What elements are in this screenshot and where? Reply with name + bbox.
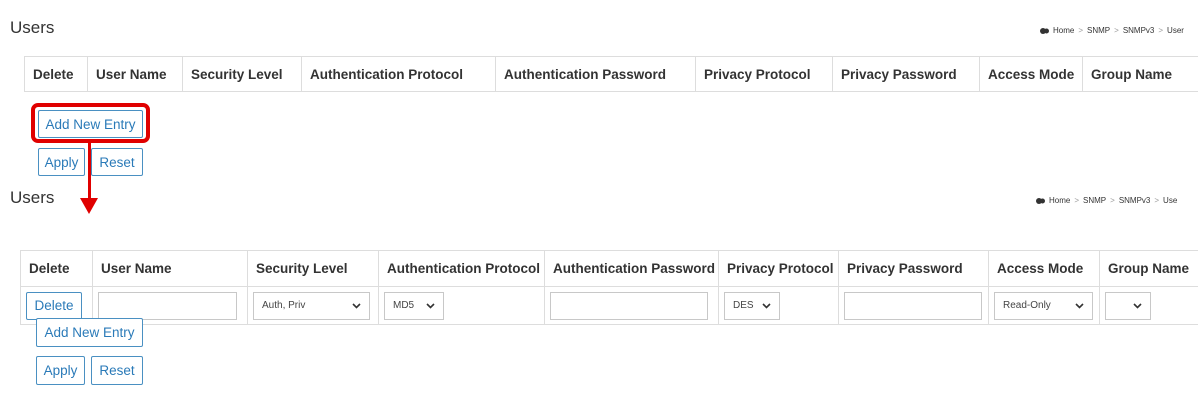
auth-protocol-value: MD5 xyxy=(393,300,415,311)
breadcrumb-separator: > xyxy=(1074,196,1080,205)
delete-row-button[interactable]: Delete xyxy=(26,291,82,320)
column-header: Group Name xyxy=(1099,250,1198,287)
apply-button[interactable]: Apply xyxy=(36,356,85,385)
breadcrumb: Home > SNMP > SNMPv3 > Use xyxy=(1036,196,1177,205)
home-icon xyxy=(1036,197,1045,205)
table-row: Delete Auth, Priv MD5 DES Read-Only xyxy=(20,286,1198,325)
column-header: Privacy Protocol xyxy=(718,250,839,287)
breadcrumb-separator: > xyxy=(1158,26,1164,35)
table-header-row: Delete User Name Security Level Authenti… xyxy=(24,56,1198,92)
breadcrumb-home[interactable]: Home xyxy=(1053,26,1074,35)
column-header: Group Name xyxy=(1082,56,1198,92)
column-header: Authentication Protocol xyxy=(378,250,545,287)
users-table: Delete User Name Security Level Authenti… xyxy=(24,56,1198,92)
column-header: Delete xyxy=(24,56,88,92)
security-level-value: Auth, Priv xyxy=(262,300,306,311)
breadcrumb-snmpv3[interactable]: SNMPv3 xyxy=(1119,196,1151,205)
access-mode-value: Read-Only xyxy=(1003,300,1051,311)
breadcrumb-separator: > xyxy=(1154,196,1160,205)
table-header-row: Delete User Name Security Level Authenti… xyxy=(20,250,1198,287)
breadcrumb-separator: > xyxy=(1078,26,1084,35)
security-level-select[interactable]: Auth, Priv xyxy=(253,291,370,320)
group-name-select[interactable] xyxy=(1105,291,1151,320)
annotation-arrow-head xyxy=(80,198,98,214)
breadcrumb-separator: > xyxy=(1114,26,1119,35)
page-title: Users xyxy=(10,188,55,207)
privacy-protocol-value: DES xyxy=(733,300,754,311)
chevron-down-icon xyxy=(426,302,435,309)
breadcrumb-users: User xyxy=(1167,26,1184,35)
users-table: Delete User Name Security Level Authenti… xyxy=(20,250,1198,325)
breadcrumb-users: Use xyxy=(1163,196,1178,205)
access-mode-select[interactable]: Read-Only xyxy=(994,291,1093,320)
chevron-down-icon xyxy=(762,302,771,309)
breadcrumb-home[interactable]: Home xyxy=(1049,196,1070,205)
privacy-password-input[interactable] xyxy=(844,291,982,320)
users-panel-after: Users Home > SNMP > SNMPv3 > Use Delete … xyxy=(0,183,1198,401)
column-header: Security Level xyxy=(182,56,302,92)
breadcrumb: Home > SNMP > SNMPv3 > User xyxy=(1040,26,1184,35)
column-header: Authentication Password xyxy=(544,250,719,287)
user-name-input[interactable] xyxy=(98,291,237,320)
breadcrumb-snmpv3[interactable]: SNMPv3 xyxy=(1123,26,1155,35)
reset-button[interactable]: Reset xyxy=(91,148,143,176)
column-header: User Name xyxy=(87,56,183,92)
breadcrumb-separator: > xyxy=(1110,196,1115,205)
page-title: Users xyxy=(10,18,55,37)
breadcrumb-snmp[interactable]: SNMP xyxy=(1087,26,1110,35)
breadcrumb-snmp[interactable]: SNMP xyxy=(1083,196,1106,205)
home-icon xyxy=(1040,27,1049,35)
users-panel-before: Users Home > SNMP > SNMPv3 > User Delete… xyxy=(0,0,1198,185)
column-header: Privacy Protocol xyxy=(695,56,833,92)
add-new-entry-button[interactable]: Add New Entry xyxy=(36,318,143,347)
chevron-down-icon xyxy=(1075,302,1084,309)
column-header: Authentication Password xyxy=(495,56,696,92)
reset-button[interactable]: Reset xyxy=(91,356,143,385)
auth-password-input[interactable] xyxy=(550,291,708,320)
column-header: Security Level xyxy=(247,250,379,287)
highlight-box xyxy=(31,103,150,143)
column-header: Delete xyxy=(20,250,93,287)
chevron-down-icon xyxy=(352,302,361,309)
auth-protocol-select[interactable]: MD5 xyxy=(384,291,444,320)
column-header: Access Mode xyxy=(988,250,1100,287)
apply-button[interactable]: Apply xyxy=(38,148,85,176)
column-header: Privacy Password xyxy=(832,56,980,92)
chevron-down-icon xyxy=(1133,302,1142,309)
column-header: User Name xyxy=(92,250,248,287)
privacy-protocol-select[interactable]: DES xyxy=(724,291,780,320)
column-header: Privacy Password xyxy=(838,250,989,287)
column-header: Access Mode xyxy=(979,56,1083,92)
annotation-arrow-shaft xyxy=(88,142,91,202)
column-header: Authentication Protocol xyxy=(301,56,496,92)
